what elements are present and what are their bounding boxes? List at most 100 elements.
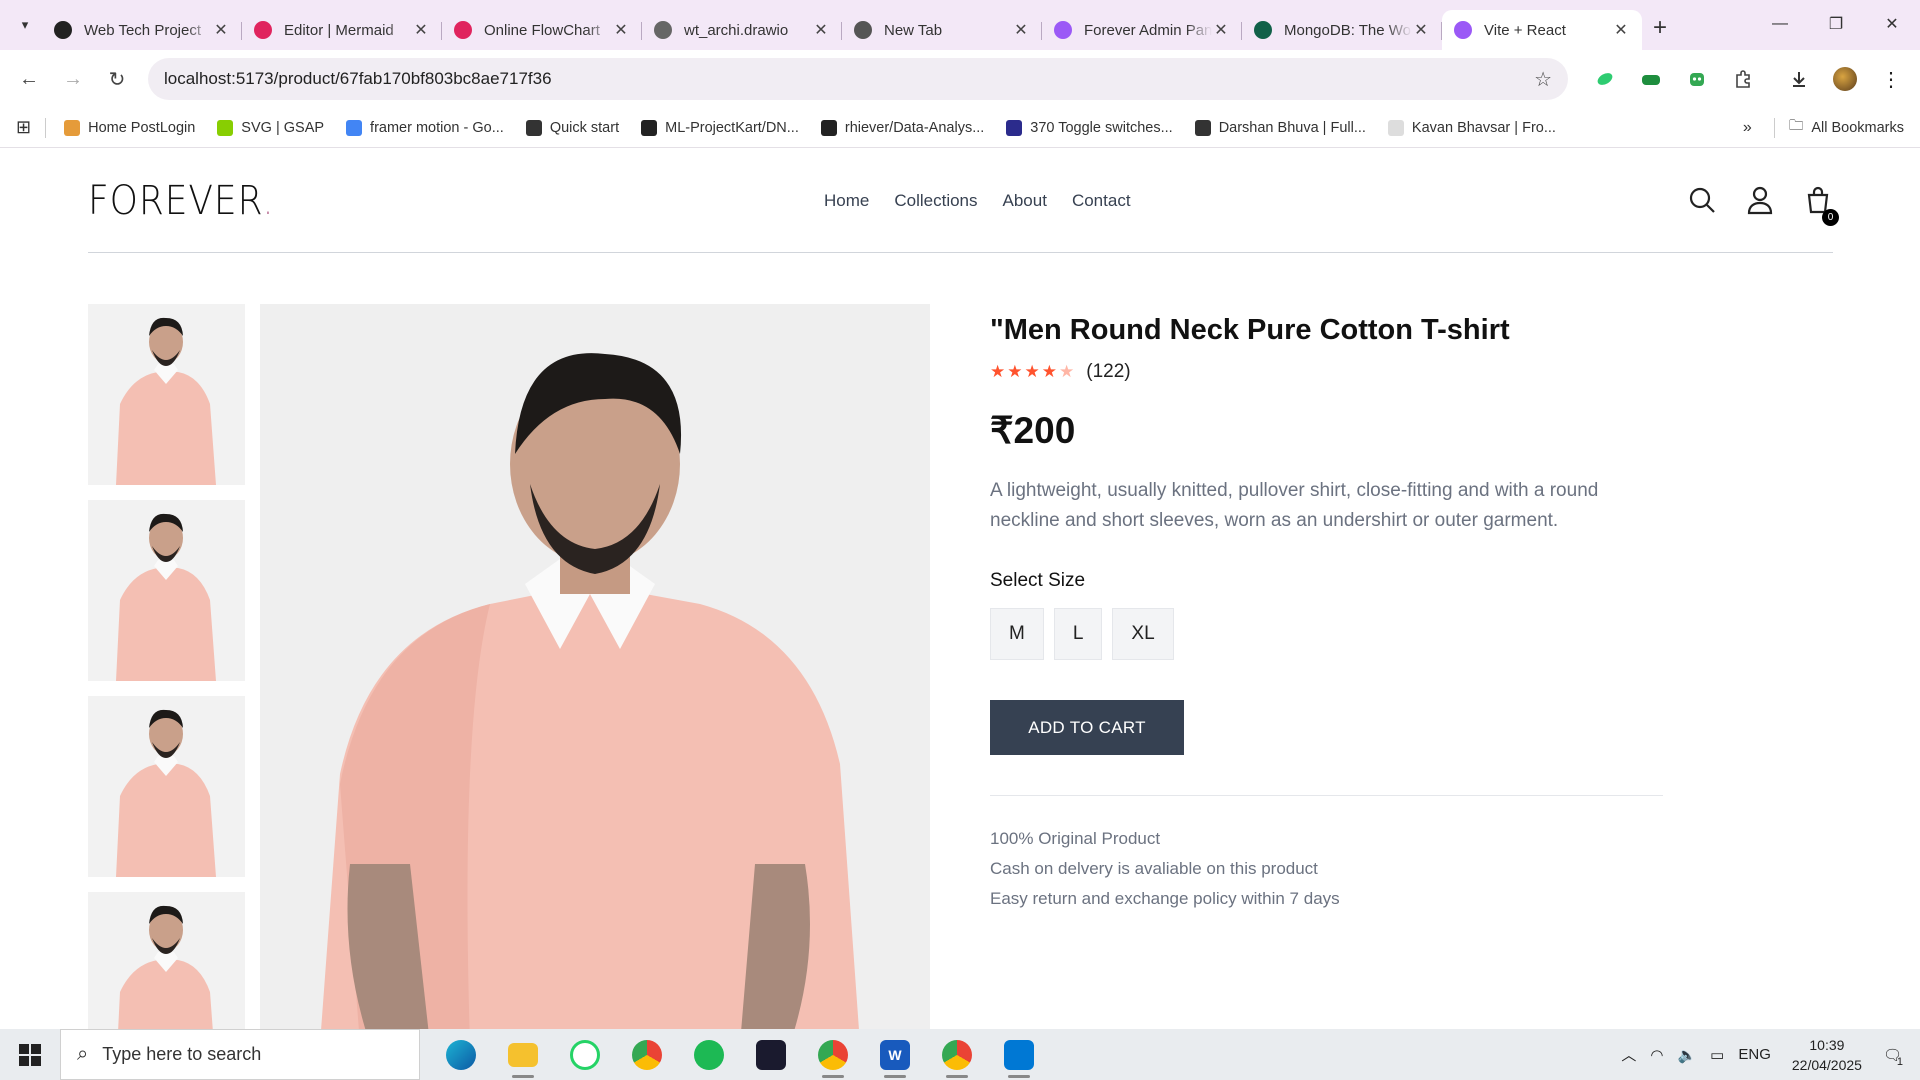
windows-start-icon[interactable] xyxy=(0,1029,60,1080)
bookmark-item[interactable]: SVG | GSAP xyxy=(217,119,325,136)
browser-tab[interactable]: Web Tech Project ✕ xyxy=(42,10,242,50)
close-window-icon[interactable]: ✕ xyxy=(1864,0,1920,48)
site-header: FOREVER. Home Collections About Contact 0 xyxy=(88,149,1839,253)
bookmark-item[interactable]: 370 Toggle switches... xyxy=(1006,119,1173,136)
profile-avatar-icon[interactable] xyxy=(1826,60,1864,98)
bookmark-item[interactable]: Kavan Bhavsar | Fro... xyxy=(1387,119,1556,136)
nav-link-about[interactable]: About xyxy=(1003,191,1047,211)
tab-search-dropdown-icon[interactable]: ▾ xyxy=(8,8,42,42)
browser-menu-icon[interactable]: ⋮ xyxy=(1872,60,1910,98)
battery-icon[interactable]: ▭ xyxy=(1710,1046,1724,1064)
nav-link-contact[interactable]: Contact xyxy=(1072,191,1131,211)
bookmark-star-icon[interactable]: ☆ xyxy=(1534,67,1552,92)
bookmark-label: SVG | GSAP xyxy=(241,119,325,136)
minimize-icon[interactable]: — xyxy=(1752,0,1808,48)
logo-text: FOREVER xyxy=(88,177,263,224)
bookmark-item[interactable]: rhiever/Data-Analys... xyxy=(820,119,985,136)
clock-date: 22/04/2025 xyxy=(1791,1056,1862,1073)
url-text[interactable]: localhost:5173/product/67fab170bf803bc8a… xyxy=(164,69,1534,89)
extensions-puzzle-icon[interactable] xyxy=(1724,60,1762,98)
product-policies: 100% Original Product Cash on delvery is … xyxy=(990,824,1665,914)
tab-title: Web Tech Project xyxy=(84,21,202,39)
reload-icon[interactable]: ↻ xyxy=(98,60,136,98)
tab-close-icon[interactable]: ✕ xyxy=(612,20,630,40)
cart-count-badge: 0 xyxy=(1822,209,1839,226)
browser-tab[interactable]: MongoDB: The World✕ xyxy=(1242,10,1442,50)
size-option-xl[interactable]: XL xyxy=(1112,608,1174,660)
product-thumbnail[interactable] xyxy=(88,892,245,1029)
bookmark-item[interactable]: framer motion - Go... xyxy=(346,119,504,136)
site-logo[interactable]: FOREVER. xyxy=(88,178,275,224)
clock[interactable]: 10:39 22/04/2025 xyxy=(1792,1035,1862,1075)
bookmark-item[interactable]: Quick start xyxy=(525,119,620,136)
profile-icon[interactable] xyxy=(1745,185,1775,220)
size-option-m[interactable]: M xyxy=(990,608,1044,660)
divider xyxy=(990,795,1663,796)
taskbar-apps: W xyxy=(430,1029,1050,1080)
wifi-icon[interactable]: ◠ xyxy=(1650,1046,1663,1064)
product-thumbnail[interactable] xyxy=(88,500,245,681)
language-indicator[interactable]: ENG xyxy=(1738,1046,1771,1063)
bookmark-separator xyxy=(1773,117,1775,138)
product-thumbnail[interactable] xyxy=(88,304,245,485)
whatsapp-icon[interactable] xyxy=(554,1029,616,1080)
search-icon: ⌕ xyxy=(77,1043,89,1065)
extension-robot-icon[interactable] xyxy=(1678,60,1716,98)
apps-grid-icon[interactable]: ⊞ xyxy=(16,117,31,138)
more-bookmarks-icon[interactable]: » xyxy=(1743,119,1752,137)
tab-close-icon[interactable]: ✕ xyxy=(1212,20,1230,40)
bookmark-item[interactable]: Darshan Bhuva | Full... xyxy=(1194,119,1366,136)
taskbar-search-box[interactable]: ⌕ Type here to search xyxy=(60,1029,420,1080)
add-to-cart-button[interactable]: ADD TO CART xyxy=(990,700,1184,755)
tray-chevron-icon[interactable]: ︿ xyxy=(1621,1044,1636,1065)
download-icon[interactable] xyxy=(1780,60,1818,98)
tab-close-icon[interactable]: ✕ xyxy=(1012,20,1030,40)
new-tab-button[interactable]: + xyxy=(1642,10,1678,46)
chrome-active-icon[interactable] xyxy=(926,1029,988,1080)
nav-link-collections[interactable]: Collections xyxy=(894,191,977,211)
search-icon[interactable] xyxy=(1687,185,1717,220)
spotify-icon[interactable] xyxy=(678,1029,740,1080)
nav-link-home[interactable]: Home xyxy=(824,191,869,211)
tab-favicon-icon xyxy=(254,21,272,39)
browser-tab[interactable]: Online FlowChart ✕ xyxy=(442,10,642,50)
bookmark-favicon-icon xyxy=(1006,119,1023,136)
bookmark-label: rhiever/Data-Analys... xyxy=(844,119,985,136)
product-thumbnails xyxy=(88,304,245,1029)
extension-gamepad-icon[interactable] xyxy=(1632,60,1670,98)
bookmark-favicon-icon xyxy=(217,119,234,136)
bookmark-item[interactable]: Home PostLogin xyxy=(64,119,195,136)
file-explorer-icon[interactable] xyxy=(492,1029,554,1080)
browser-tab[interactable]: wt_archi.drawio ✕ xyxy=(642,10,842,50)
browser-tab[interactable]: Vite + React ✕ xyxy=(1442,10,1642,50)
chrome-icon[interactable] xyxy=(616,1029,678,1080)
tab-close-icon[interactable]: ✕ xyxy=(812,20,830,40)
address-bar[interactable]: i localhost:5173/product/67fab170bf803bc… xyxy=(148,58,1568,185)
chrome-profile-icon[interactable] xyxy=(802,1029,864,1080)
size-option-l[interactable]: L xyxy=(1053,608,1103,660)
browser-toolbar: ← → ↻ i localhost:5173/product/67fab170b… xyxy=(0,50,1920,185)
tab-close-icon[interactable]: ✕ xyxy=(212,20,230,40)
cart-icon[interactable]: 0 xyxy=(1803,185,1839,226)
edge-icon[interactable] xyxy=(430,1029,492,1080)
browser-tab[interactable]: Editor | Mermaid ✕ xyxy=(242,10,442,50)
back-icon[interactable]: ← xyxy=(10,60,48,98)
webex-icon[interactable] xyxy=(740,1029,802,1080)
forward-icon[interactable]: → xyxy=(54,60,92,98)
restore-icon[interactable]: ❐ xyxy=(1808,0,1864,48)
volume-icon[interactable]: 🔈 xyxy=(1677,1046,1696,1064)
all-bookmarks-link[interactable]: All Bookmarks xyxy=(1811,120,1904,136)
tab-close-icon[interactable]: ✕ xyxy=(1412,20,1430,40)
bookmark-label: Quick start xyxy=(549,119,620,136)
tab-close-icon[interactable]: ✕ xyxy=(1612,20,1630,40)
notification-count: 1 xyxy=(1896,1055,1903,1068)
notifications-icon[interactable]: 🗨 1 xyxy=(1883,1046,1903,1068)
browser-tab[interactable]: Forever Admin Panel ✕ xyxy=(1042,10,1242,50)
vscode-icon[interactable] xyxy=(988,1029,1050,1080)
word-icon[interactable]: W xyxy=(864,1029,926,1080)
bookmark-item[interactable]: ML-ProjectKart/DN... xyxy=(641,119,799,136)
browser-tab[interactable]: New Tab ✕ xyxy=(842,10,1042,50)
product-thumbnail[interactable] xyxy=(88,696,245,877)
extension-leaf-icon[interactable] xyxy=(1586,60,1624,98)
tab-close-icon[interactable]: ✕ xyxy=(412,20,430,40)
